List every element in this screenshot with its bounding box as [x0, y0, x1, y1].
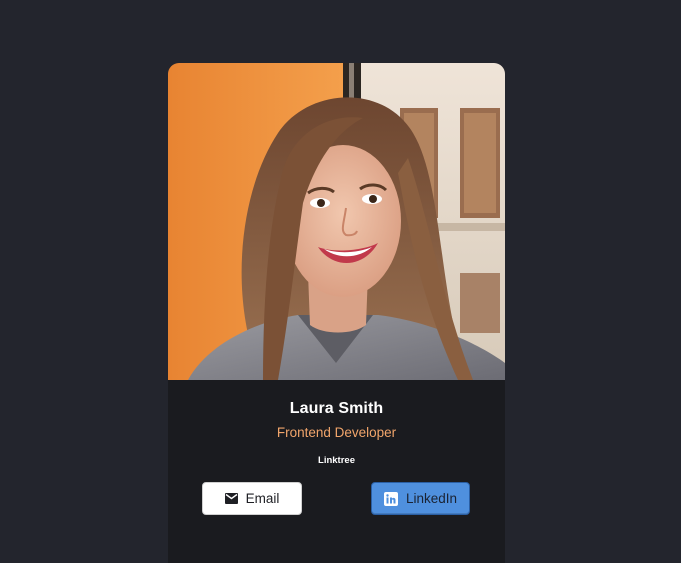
- envelope-icon: [224, 493, 238, 504]
- email-button-label: Email: [245, 491, 280, 506]
- linktree-label: Linktree: [318, 455, 355, 466]
- linkedin-icon: [383, 491, 398, 506]
- linkedin-button-label: LinkedIn: [405, 491, 458, 506]
- linkedin-button[interactable]: LinkedIn: [371, 482, 470, 515]
- profile-role: Frontend Developer: [276, 425, 397, 440]
- email-button[interactable]: Email: [202, 482, 302, 515]
- profile-card: Laura Smith Frontend Developer Linktree …: [168, 63, 505, 563]
- profile-name: Laura Smith: [289, 400, 384, 417]
- profile-photo: [168, 63, 505, 380]
